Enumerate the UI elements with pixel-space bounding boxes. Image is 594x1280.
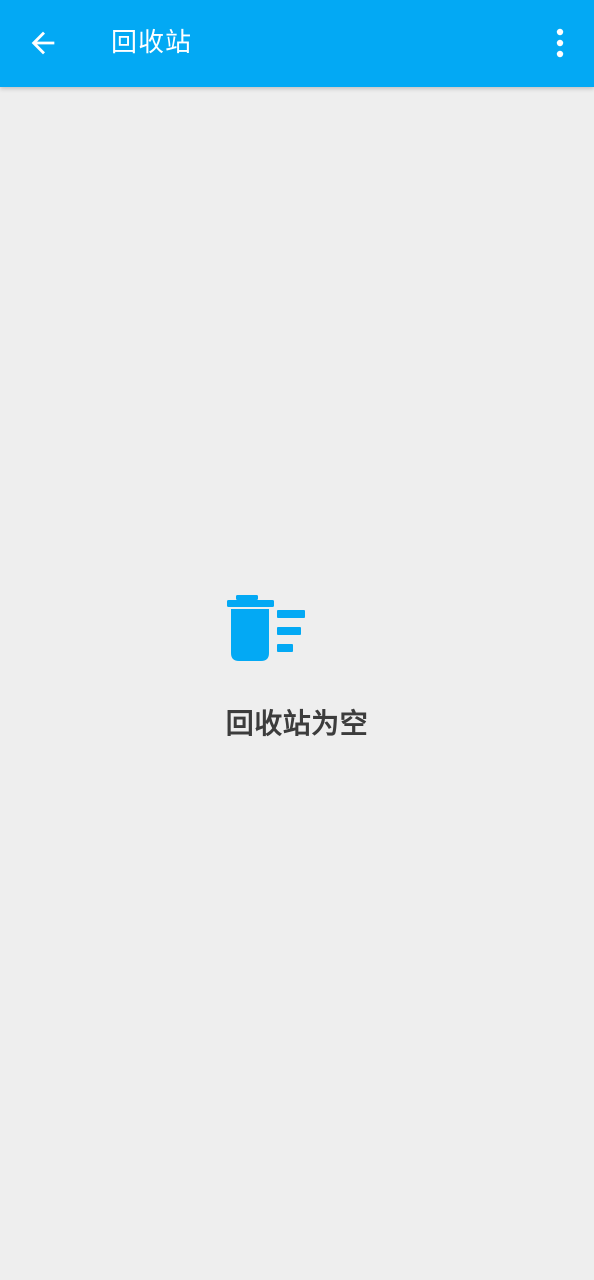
back-button[interactable] [18,18,68,68]
arrow-left-icon [31,31,55,55]
recycle-bin-screen: 回收站 回收站为空 [0,0,594,1280]
empty-state: 回收站为空 [0,590,594,750]
app-toolbar: 回收站 [0,0,594,87]
more-vertical-icon [556,28,564,58]
empty-message: 回收站为空 [225,707,369,740]
page-title: 回收站 [111,28,193,58]
more-options-button[interactable] [535,18,585,68]
empty-trash-icon [227,595,305,661]
